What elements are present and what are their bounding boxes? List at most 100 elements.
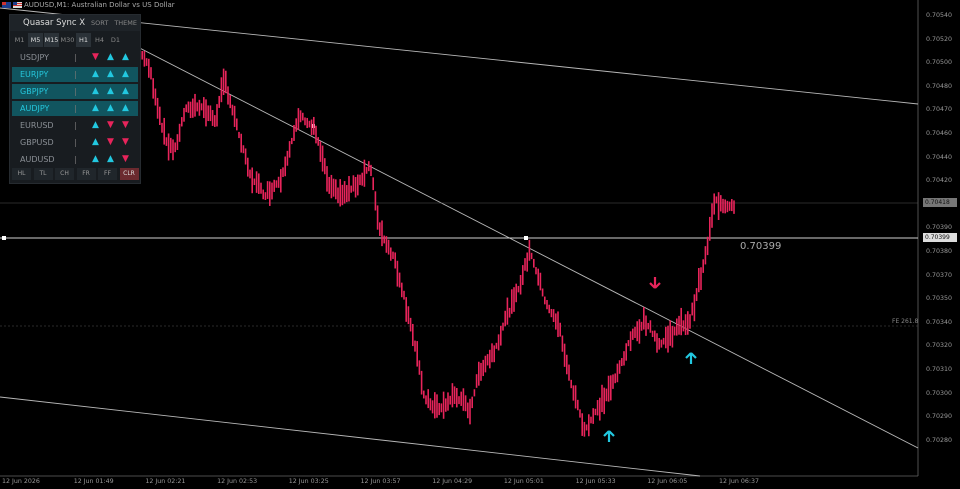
symbol-name: AUDJPY [20,104,50,113]
fibo-expansion-label: FE 261.8 [892,318,919,325]
clr-button[interactable]: CLR [119,168,139,180]
price-tick-label: 0.70500 [926,59,953,67]
level-price-tag: 0.70399 [923,233,957,242]
price-chart[interactable] [0,0,960,489]
timeframe-d1-button[interactable]: D1 [108,33,123,47]
symbol-row-eurjpy[interactable]: EURJPY | ▲ ▲ ▲ [12,67,138,82]
symbol-row-usdjpy[interactable]: USDJPY | ▼ ▲ ▲ [12,50,138,65]
price-tick-label: 0.70470 [926,106,953,114]
separator: | [74,138,77,147]
timeframe-h4-button[interactable]: H4 [92,33,107,47]
price-tick-label: 0.70290 [926,413,953,421]
time-tick-label: 12 Jun 03:57 [360,478,401,485]
hl-button[interactable]: HL [12,168,31,180]
timeframe-m30-button[interactable]: M30 [60,33,75,47]
triangle-up-icon: ▲ [122,52,129,62]
symbol-name: GBPJPY [20,87,49,96]
symbol-name: EURUSD [20,121,54,130]
triangle-up-icon: ▲ [122,86,129,96]
time-tick-label: 12 Jun 05:01 [503,478,544,485]
theme-button[interactable]: THEME [111,19,140,27]
ff-button[interactable]: FF [98,168,117,180]
time-tick-label: 12 Jun 04:29 [432,478,473,485]
triangle-up-icon: ▲ [107,86,114,96]
price-tick-label: 0.70310 [926,366,953,373]
timeframe-m1-button[interactable]: M1 [12,33,27,47]
fr-button[interactable]: FR [76,168,96,180]
chart-title-text: AUDUSD,M1: Australian Dollar vs US Dolla… [24,1,175,9]
flag-icon [13,2,22,8]
chart-title: AUDUSD,M1: Australian Dollar vs US Dolla… [2,0,175,10]
triangle-up-icon: ▲ [107,69,114,79]
symbol-row-eurusd[interactable]: EURUSD | ▲ ▼ ▼ [12,118,138,133]
time-tick-label: 12 Jun 2026 [2,478,40,485]
symbol-row-gbpjpy[interactable]: GBPJPY | ▲ ▲ ▲ [12,84,138,99]
triangle-up-icon: ▲ [92,103,99,113]
triangle-down-icon: ▼ [122,120,129,130]
panel-toolbar: HL TL CH FR FF CLR [12,168,141,180]
buy-signal-arrow-icon [603,430,615,442]
timeframe-m5-button[interactable]: M5 [28,33,43,47]
triangle-up-icon: ▲ [122,69,129,79]
triangle-up-icon: ▲ [107,52,114,62]
symbol-row-gbpusd[interactable]: GBPUSD | ▲ ▼ ▼ [12,135,138,150]
triangle-up-icon: ▲ [122,103,129,113]
symbol-row-audjpy[interactable]: AUDJPY | ▲ ▲ ▲ [12,101,138,116]
quasar-sync-panel: Quasar Sync X SORT THEME M1 M5 M15 M30 H1 H4 D… [9,14,141,184]
time-tick-label: 12 Jun 02:53 [217,478,258,485]
price-tick-label: 0.70280 [926,436,953,444]
time-tick-label: 12 Jun 01:49 [73,478,114,485]
symbol-name: USDJPY [20,53,49,62]
sort-button[interactable]: SORT [88,19,111,27]
triangle-up-icon: ▲ [92,86,99,96]
timeframe-m15-button[interactable]: M15 [44,33,59,47]
time-tick-label: 12 Jun 02:21 [145,478,186,485]
buy-signal-arrow-icon [685,352,697,364]
panel-header: Quasar Sync X SORT THEME [10,15,140,31]
time-tick-label: 12 Jun 06:37 [719,478,760,485]
symbol-row-audusd[interactable]: AUDUSD | ▲ ▲ ▼ [12,152,138,167]
panel-title: Quasar Sync X [23,18,86,28]
triangle-up-icon: ▲ [107,154,114,164]
level-price-label: 0.70399 [740,241,782,252]
triangle-down-icon: ▼ [107,137,114,147]
separator: | [74,87,77,96]
price-tick-label: 0.70300 [926,389,953,397]
price-tick-label: 0.70420 [926,177,953,185]
separator: | [74,104,77,113]
price-tick-label: 0.70370 [926,271,953,279]
separator: | [74,121,77,130]
triangle-up-icon: ▲ [92,154,99,164]
flag-icon [2,2,11,8]
time-tick-label: 12 Jun 06:05 [647,478,688,485]
price-tick-label: 0.70380 [926,248,953,255]
price-tick-label: 0.70440 [926,153,953,161]
tl-button[interactable]: TL [33,168,53,180]
separator: | [74,155,77,164]
timeframe-h1-button[interactable]: H1 [76,33,91,47]
separator: | [74,53,77,62]
price-tick-label: 0.70340 [926,318,953,326]
separator: | [74,70,77,79]
symbol-name: EURJPY [20,70,49,79]
triangle-up-icon: ▲ [92,69,99,79]
price-tick-label: 0.70540 [926,12,953,19]
level-anchor-handle [2,236,6,240]
sell-signal-arrow-icon [649,277,661,289]
symbol-name: AUDUSD [20,155,55,164]
triangle-up-icon: ▲ [92,137,99,147]
triangle-down-icon: ▼ [122,154,129,164]
trendline [94,24,919,449]
price-tick-label: 0.70460 [926,130,953,137]
current-price-tag: 0.70418 [923,198,957,207]
price-tick-label: 0.70350 [926,295,953,303]
price-tick-label: 0.70320 [926,342,953,350]
price-tick-label: 0.70390 [926,224,953,232]
level-anchor-handle [524,236,528,240]
time-tick-label: 12 Jun 05:33 [575,478,616,485]
triangle-down-icon: ▼ [92,52,99,62]
timeframe-row: M1 M5 M15 M30 H1 H4 D1 [10,32,140,48]
time-tick-label: 12 Jun 03:25 [288,478,329,485]
ch-button[interactable]: CH [55,168,74,180]
symbol-name: GBPUSD [20,138,54,147]
